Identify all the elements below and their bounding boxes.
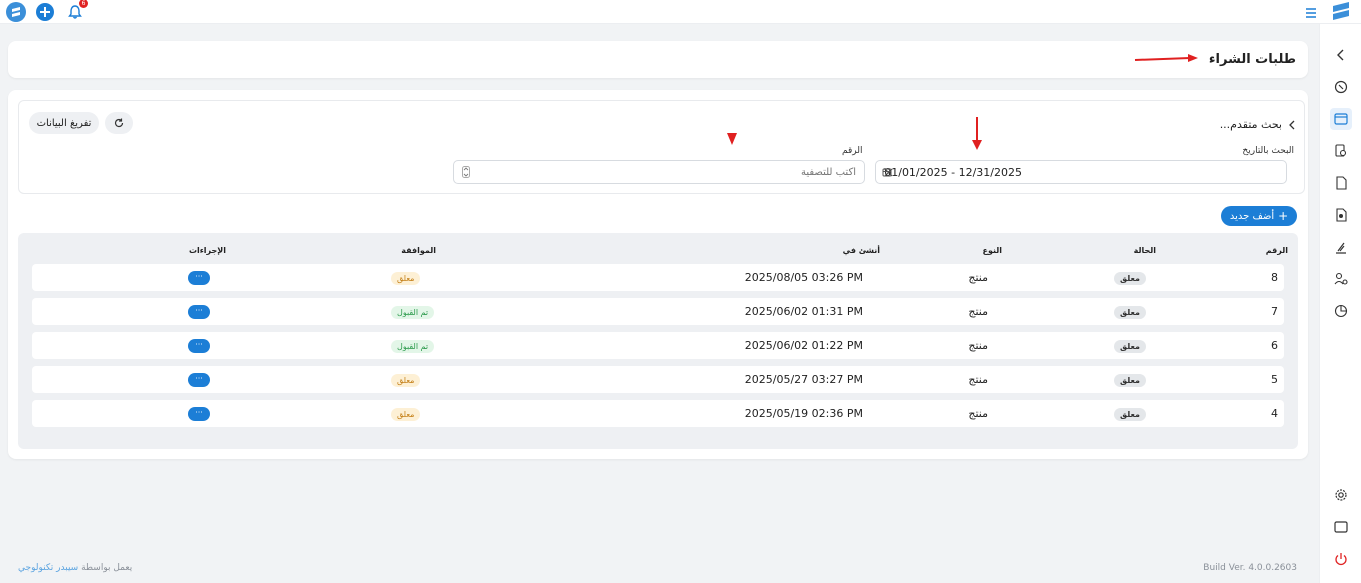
purchase-orders-icon[interactable] (1330, 108, 1352, 130)
number-filter-label: الرقم (842, 146, 863, 156)
row-actions-button[interactable]: ··· (188, 339, 210, 353)
refresh-icon (114, 118, 124, 128)
row-created-date: 2025/06/02 01:22 PM (744, 339, 863, 352)
search-panel: بحث متقدم... تفريغ البيانات البحث بالتار… (18, 100, 1305, 194)
power-logout-icon[interactable] (1330, 548, 1352, 570)
row-created-date: 2025/05/19 02:36 PM (744, 407, 863, 420)
table-row[interactable]: 5 معلق منتج 2025/05/27 03:27 PM معلق ··· (32, 366, 1284, 393)
row-number: 8 (1271, 271, 1278, 284)
inventory-icon[interactable] (1330, 236, 1352, 258)
page-title: طلبات الشراء (1208, 52, 1296, 67)
row-created-date: 2025/06/02 01:31 PM (744, 305, 863, 318)
data-table: الرقم الحالة النوع أنشئ في الموافقة الإج… (18, 233, 1298, 449)
company-link[interactable]: سيبدر تكنولوجي (18, 563, 78, 573)
approval-badge: تم القبول (391, 340, 435, 353)
row-number: 5 (1271, 373, 1278, 386)
main-card: بحث متقدم... تفريغ البيانات البحث بالتار… (8, 90, 1308, 459)
build-version: Build Ver. 4.0.0.2603 (1203, 563, 1297, 573)
header-number: الرقم (1265, 246, 1288, 255)
add-new-label: أضف جديد (1229, 210, 1275, 222)
row-type: منتج (968, 305, 988, 318)
status-badge: معلق (1114, 408, 1146, 421)
header-status: الحالة (1133, 246, 1156, 255)
status-badge: معلق (1114, 306, 1146, 319)
app-logo-icon[interactable] (6, 2, 26, 22)
row-created-date: 2025/05/27 03:27 PM (744, 373, 863, 386)
row-number: 6 (1271, 339, 1278, 352)
file-settings-icon[interactable] (1330, 204, 1352, 226)
number-filter-input[interactable] (453, 160, 865, 184)
date-search-label: البحث بالتاريخ (1242, 146, 1294, 156)
settings-gear-icon[interactable] (1330, 484, 1352, 506)
notification-badge: 6 (79, 0, 88, 8)
add-new-button[interactable]: + أضف جديد (1221, 206, 1297, 226)
powered-by-label: يعمل بواسطة (81, 563, 133, 573)
annotation-triangle-icon (727, 133, 737, 145)
add-icon[interactable] (36, 3, 54, 21)
status-badge: معلق (1114, 374, 1146, 387)
approval-badge: معلق (391, 408, 421, 421)
users-settings-icon[interactable] (1330, 268, 1352, 290)
header-actions: الإجراءات (188, 246, 226, 255)
header-approval: الموافقة (401, 246, 436, 255)
header-type: النوع (982, 246, 1003, 255)
row-actions-button[interactable]: ··· (188, 305, 210, 319)
row-type: منتج (968, 373, 988, 386)
row-created-date: 2025/08/05 03:26 PM (744, 271, 863, 284)
calendar-icon (882, 168, 892, 177)
row-actions-button[interactable]: ··· (188, 407, 210, 421)
annotation-arrow-icon (1134, 54, 1198, 62)
date-range-value: 01/01/2025 - 12/31/2025 (884, 166, 1022, 179)
row-type: منتج (968, 271, 988, 284)
row-actions-button[interactable]: ··· (188, 373, 210, 387)
top-bar: 6 (0, 0, 1361, 24)
table-row[interactable]: 8 معلق منتج 2025/08/05 03:26 PM معلق ··· (32, 264, 1284, 291)
row-number: 7 (1271, 305, 1278, 318)
status-badge: معلق (1114, 272, 1146, 285)
table-row[interactable]: 6 معلق منتج 2025/06/02 01:22 PM تم القبول ··· (32, 332, 1284, 359)
reports-chart-icon[interactable] (1330, 300, 1352, 322)
collapse-chevron-icon[interactable] (1330, 44, 1352, 66)
notification-bell-icon[interactable]: 6 (66, 0, 88, 21)
advanced-search-toggle[interactable]: بحث متقدم... (1220, 118, 1296, 131)
refresh-button[interactable] (105, 112, 133, 134)
row-actions-button[interactable]: ··· (188, 271, 210, 285)
approval-badge: معلق (391, 374, 421, 387)
chevron-left-icon (1289, 120, 1295, 129)
advanced-search-label: بحث متقدم... (1219, 118, 1282, 131)
approval-badge: تم القبول (391, 306, 435, 319)
menu-icon[interactable] (1305, 4, 1317, 23)
row-number: 4 (1271, 407, 1278, 420)
dashboard-icon[interactable] (1330, 76, 1352, 98)
table-row[interactable]: 7 معلق منتج 2025/06/02 01:31 PM تم القبول ··· (32, 298, 1284, 325)
page-header: طلبات الشراء (8, 41, 1308, 78)
window-icon[interactable] (1330, 516, 1352, 538)
plus-icon: + (1278, 209, 1289, 223)
powered-by: يعمل بواسطة سيبدر تكنولوجي (18, 563, 132, 573)
stepper-icon[interactable] (462, 166, 470, 178)
file-transfer-icon[interactable] (1330, 172, 1352, 194)
sidebar (1319, 24, 1361, 583)
clear-data-button[interactable]: تفريغ البيانات (29, 112, 99, 134)
row-type: منتج (968, 407, 988, 420)
date-range-input[interactable]: 01/01/2025 - 12/31/2025 (875, 160, 1287, 184)
row-type: منتج (968, 339, 988, 352)
table-row[interactable]: 4 معلق منتج 2025/05/19 02:36 PM معلق ··· (32, 400, 1284, 427)
status-badge: معلق (1114, 340, 1146, 353)
approval-badge: معلق (391, 272, 421, 285)
annotation-arrow-down-icon (972, 117, 982, 150)
brand-logo-icon (1330, 0, 1352, 22)
header-created: أنشئ في (842, 246, 880, 255)
search-document-icon[interactable] (1330, 140, 1352, 162)
